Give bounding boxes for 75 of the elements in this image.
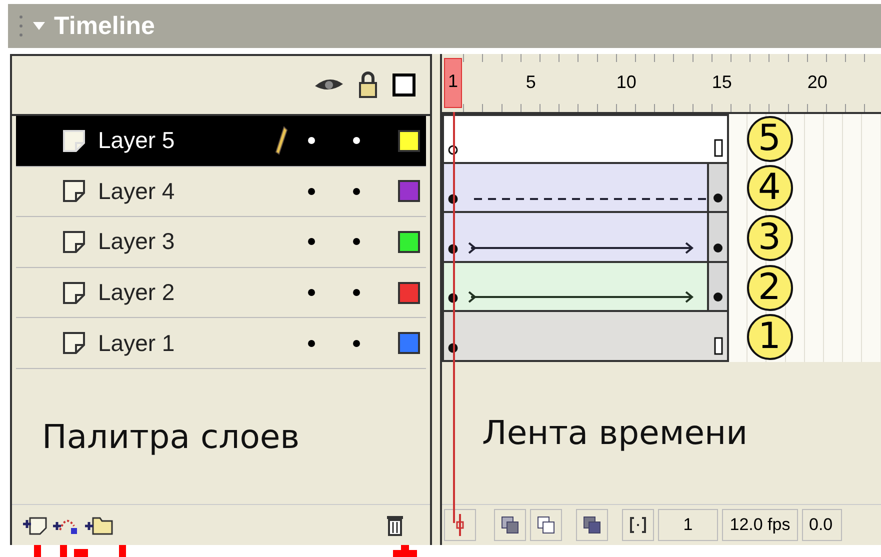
- layer-color-swatch[interactable]: [398, 332, 420, 354]
- elapsed-time-field[interactable]: 0.0: [802, 509, 842, 541]
- tween-arrow-icon: [468, 290, 694, 304]
- number-badge: 3: [746, 214, 792, 261]
- visibility-dot[interactable]: [308, 188, 315, 195]
- layer-color-swatch[interactable]: [398, 282, 420, 304]
- outline-icon[interactable]: [392, 73, 416, 97]
- frame-span[interactable]: [442, 114, 728, 164]
- tween-arrow-icon: [468, 240, 694, 255]
- layers-caption: Палитра слоев: [42, 416, 300, 456]
- end-frame-icon: [714, 138, 722, 157]
- delete-icon[interactable]: [386, 514, 404, 536]
- edit-multiple-frames-button[interactable]: [576, 509, 608, 541]
- frame-span[interactable]: [442, 262, 728, 312]
- onion-outlines-icon: [537, 516, 555, 534]
- annotation-arrow-mark: [60, 545, 88, 557]
- number-badge: 1: [746, 314, 792, 360]
- layer-name: Layer 4: [98, 178, 176, 205]
- annotation-arrow-mark: [393, 545, 417, 557]
- multiple-frames-icon: [583, 516, 601, 534]
- frame-span[interactable]: [442, 164, 728, 214]
- frame-number: 5: [526, 72, 536, 93]
- onion-markers-button[interactable]: [622, 509, 654, 541]
- visibility-dot[interactable]: [308, 289, 315, 296]
- layer-name: Layer 3: [98, 228, 176, 256]
- onion-outlines-button[interactable]: [530, 509, 562, 541]
- center-frame-button[interactable]: [444, 509, 476, 541]
- layer-page-icon: [62, 280, 88, 305]
- panel-title: Timeline: [54, 12, 155, 40]
- frame-number: 15: [712, 72, 732, 93]
- end-frame-icon: [714, 336, 722, 355]
- number-badge: 4: [746, 165, 792, 212]
- visibility-dot[interactable]: [308, 340, 315, 347]
- frame-rate-field[interactable]: 12.0 fps: [722, 509, 798, 541]
- visibility-dot[interactable]: [308, 137, 315, 144]
- onion-skin-button[interactable]: [494, 509, 526, 541]
- number-badge: 2: [746, 264, 792, 311]
- number-badge: 5: [746, 116, 792, 162]
- timeline-caption: Лента времени: [482, 413, 748, 452]
- grip-icon: [18, 14, 24, 38]
- playhead-icon: [455, 514, 465, 536]
- annotation-arrow-mark: [34, 545, 41, 557]
- dashed-line-icon: [474, 197, 706, 202]
- layer-name: Layer 1: [98, 330, 176, 357]
- layer-color-swatch[interactable]: [398, 130, 420, 152]
- keyframe-icon: [712, 242, 723, 253]
- layer-page-icon: [62, 128, 88, 153]
- lock-dot[interactable]: [353, 137, 360, 144]
- layer-page-icon: [62, 230, 88, 254]
- frame-span[interactable]: [442, 213, 728, 263]
- current-frame-marker[interactable]: 1: [444, 58, 462, 108]
- keyframe-icon: [712, 193, 723, 204]
- layer-row[interactable]: Layer 5: [16, 116, 426, 167]
- annotation-arrow-mark: [119, 545, 126, 557]
- lock-dot[interactable]: [353, 238, 360, 246]
- frame-span[interactable]: [442, 312, 728, 362]
- layer-name: Layer 2: [98, 279, 176, 306]
- lock-dot[interactable]: [353, 340, 360, 347]
- current-frame-field[interactable]: 1: [658, 509, 718, 541]
- frame-number: 20: [807, 72, 828, 93]
- frame-ruler[interactable]: 1 5 10 15 20: [442, 54, 881, 114]
- lock-dot[interactable]: [353, 188, 360, 195]
- lock-dot[interactable]: [353, 289, 360, 296]
- layer-color-swatch[interactable]: [398, 230, 420, 253]
- layer-color-swatch[interactable]: [398, 180, 420, 202]
- keyframe-icon: [712, 292, 723, 302]
- bracket-icon: [629, 516, 647, 534]
- layer-row[interactable]: Layer 4: [16, 166, 426, 218]
- layer-name: Layer 5: [98, 127, 176, 154]
- lock-icon[interactable]: [358, 71, 378, 99]
- frame-number: 10: [616, 72, 636, 93]
- layer-page-icon: [62, 179, 88, 204]
- onion-skin-icon: [501, 516, 519, 534]
- layer-page-icon: [62, 331, 88, 356]
- visibility-dot[interactable]: [308, 238, 315, 246]
